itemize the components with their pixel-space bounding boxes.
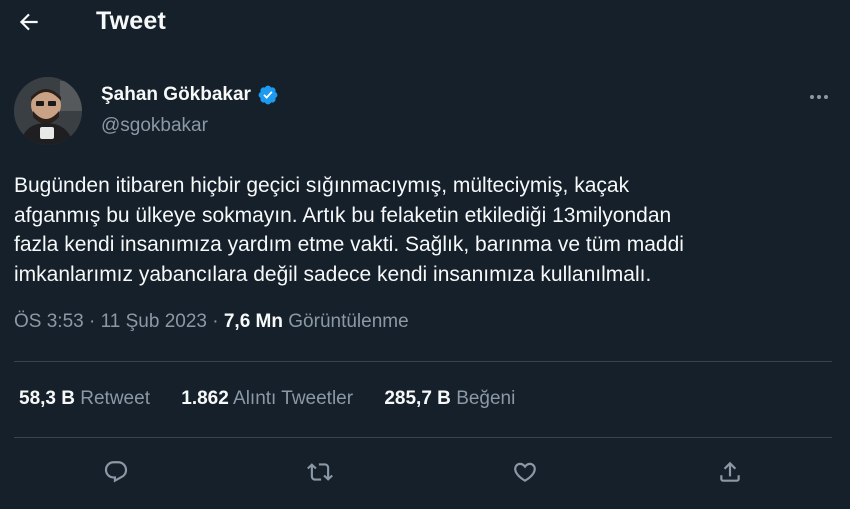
tweet-detail-page: Tweet Şahan Gökbakar @sgokbakar Bugünden…	[0, 0, 850, 509]
tweet-text-line: fazla kendi insanımıza yardım etme vakti…	[14, 233, 684, 256]
author-name[interactable]: Şahan Gökbakar	[101, 84, 279, 106]
tweet-time[interactable]: ÖS 3:53	[14, 311, 84, 332]
tweet-text-line: afganmış bu ülkeye sokmayın. Artık bu fe…	[14, 203, 672, 227]
retweets-label: Retweet	[80, 388, 150, 409]
heart-icon	[514, 462, 536, 482]
divider	[14, 437, 832, 438]
tweet-date[interactable]: 11 Şub 2023	[101, 311, 207, 332]
tweet-text-line: Bugünden itibaren hiçbir geçici sığınmac…	[14, 174, 630, 197]
page-title: Tweet	[96, 7, 166, 35]
views-label: Görüntülenme	[288, 311, 409, 332]
tweet-meta: ÖS 3:53 · 11 Şub 2023 · 7,6 Mn Görüntüle…	[14, 311, 409, 333]
reply-button[interactable]	[96, 452, 136, 492]
likes-label: Beğeni	[456, 388, 516, 409]
author-handle[interactable]: @sgokbakar	[101, 115, 208, 137]
top-bar: Tweet	[0, 0, 850, 44]
likes-stat[interactable]: 285,7 B Beğeni	[384, 388, 515, 410]
tweet-text: Bugünden itibaren hiçbir geçici sığınmac…	[14, 171, 824, 289]
tweet-stats: 58,3 B Retweet 1.862 Alıntı Tweetler 285…	[19, 388, 541, 410]
retweets-count: 58,3 B	[19, 388, 75, 409]
more-options-button[interactable]	[803, 84, 835, 110]
avatar[interactable]	[14, 77, 82, 145]
quotes-label: Alıntı Tweetler	[233, 388, 354, 409]
tweet-text-line: imkanlarımız yabancılara değil sadece ke…	[14, 262, 652, 286]
like-button[interactable]	[505, 452, 545, 492]
share-icon	[720, 461, 740, 482]
meta-separator: ·	[89, 311, 96, 332]
likes-count: 285,7 B	[384, 388, 451, 409]
reply-icon	[104, 461, 128, 483]
retweet-icon	[307, 463, 333, 481]
author-name-text: Şahan Gökbakar	[101, 84, 251, 105]
divider	[14, 361, 832, 362]
avatar-image	[14, 77, 82, 145]
verified-badge-icon	[258, 85, 278, 105]
quotes-stat[interactable]: 1.862 Alıntı Tweetler	[181, 388, 353, 410]
retweets-stat[interactable]: 58,3 B Retweet	[19, 388, 150, 410]
share-button[interactable]	[710, 452, 750, 492]
views-count: 7,6 Mn	[223, 311, 283, 332]
more-horizontal-icon	[810, 95, 828, 99]
quotes-count: 1.862	[181, 388, 229, 409]
meta-separator: ·	[212, 311, 219, 332]
retweet-button[interactable]	[300, 452, 340, 492]
arrow-left-icon	[19, 13, 38, 31]
back-button[interactable]	[12, 5, 46, 39]
